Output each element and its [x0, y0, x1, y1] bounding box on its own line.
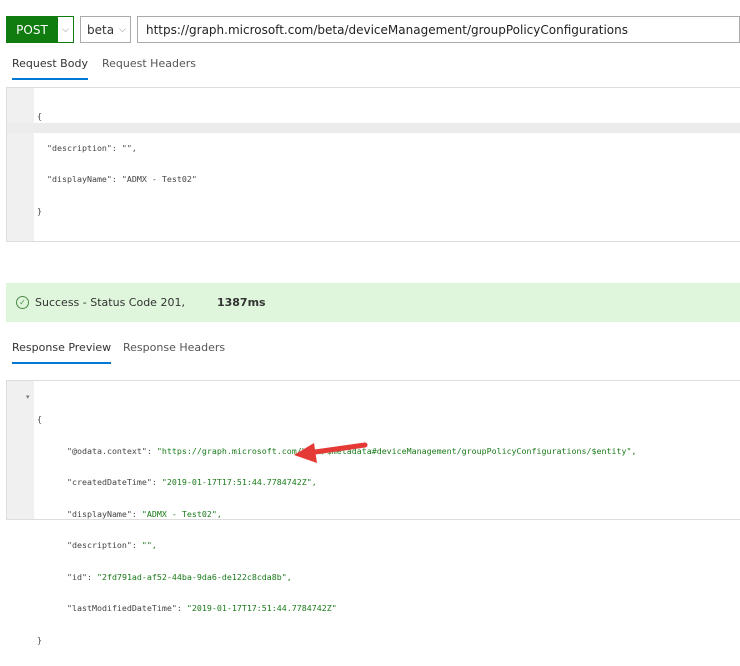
response-field: "displayName": "ADMX - Test02", — [66, 508, 222, 519]
code-line: { — [37, 111, 42, 121]
response-field: "description": "", — [66, 540, 157, 550]
request-body-editor[interactable]: { "description": "", "displayName": "ADM… — [6, 87, 740, 242]
code-line: "displayName": "ADMX - Test02" — [37, 174, 197, 184]
response-field: "lastModifiedDateTime": "2019-01-17T17:5… — [66, 603, 337, 613]
status-text: Success - Status Code 201, — [35, 296, 185, 309]
response-field: "createdDateTime": "2019-01-17T17:51:44.… — [66, 477, 317, 487]
editor-gutter — [7, 381, 34, 519]
status-bar: ✓ Success - Status Code 201, 1387ms — [6, 283, 740, 322]
tab-request-body[interactable]: Request Body — [12, 57, 88, 80]
editor-gutter — [7, 88, 34, 241]
chevron-down-icon: ⌵ — [119, 24, 126, 35]
code-line: } — [37, 205, 42, 216]
tab-response-preview[interactable]: Response Preview — [12, 341, 112, 364]
version-select[interactable]: beta ⌵ — [80, 16, 131, 43]
url-input[interactable]: https://graph.microsoft.com/beta/deviceM… — [137, 16, 740, 43]
version-value: beta — [87, 22, 115, 37]
success-check-icon: ✓ — [16, 296, 29, 309]
code-line: } — [37, 634, 42, 645]
tab-response-headers[interactable]: Response Headers — [123, 341, 225, 362]
tab-request-headers[interactable]: Request Headers — [102, 57, 196, 78]
code-line: "description": "", — [37, 142, 137, 153]
response-field-id: "id": "2fd791ad-af52-44ba-9da6-de122c8cd… — [66, 571, 292, 582]
method-button[interactable]: POST — [6, 16, 58, 43]
red-arrow-annotation-icon — [294, 442, 368, 463]
response-preview-editor: ▾ { "@odata.context": "https://graph.mic… — [6, 380, 740, 645]
code-line: { — [37, 414, 42, 424]
fold-arrow-icon[interactable]: ▾ — [26, 393, 30, 401]
response-time: 1387ms — [216, 296, 266, 309]
method-dropdown-chevron-icon[interactable]: ⌵ — [57, 16, 74, 43]
